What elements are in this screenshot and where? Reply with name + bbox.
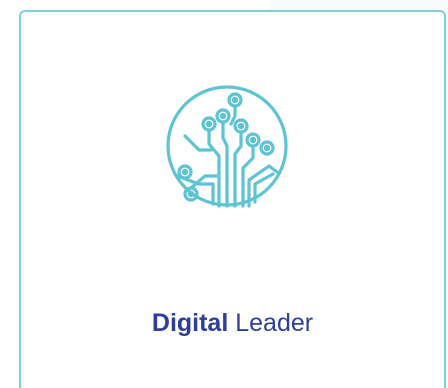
digital-leader-card[interactable]: Digital Leader — [19, 10, 446, 388]
digital-tree-circuit-icon — [165, 84, 289, 208]
card-title: Digital Leader — [21, 308, 444, 338]
card-title-bold: Digital — [151, 309, 229, 337]
page: Digital Leader — [0, 0, 448, 388]
card-title-regular: Leader — [235, 309, 314, 337]
